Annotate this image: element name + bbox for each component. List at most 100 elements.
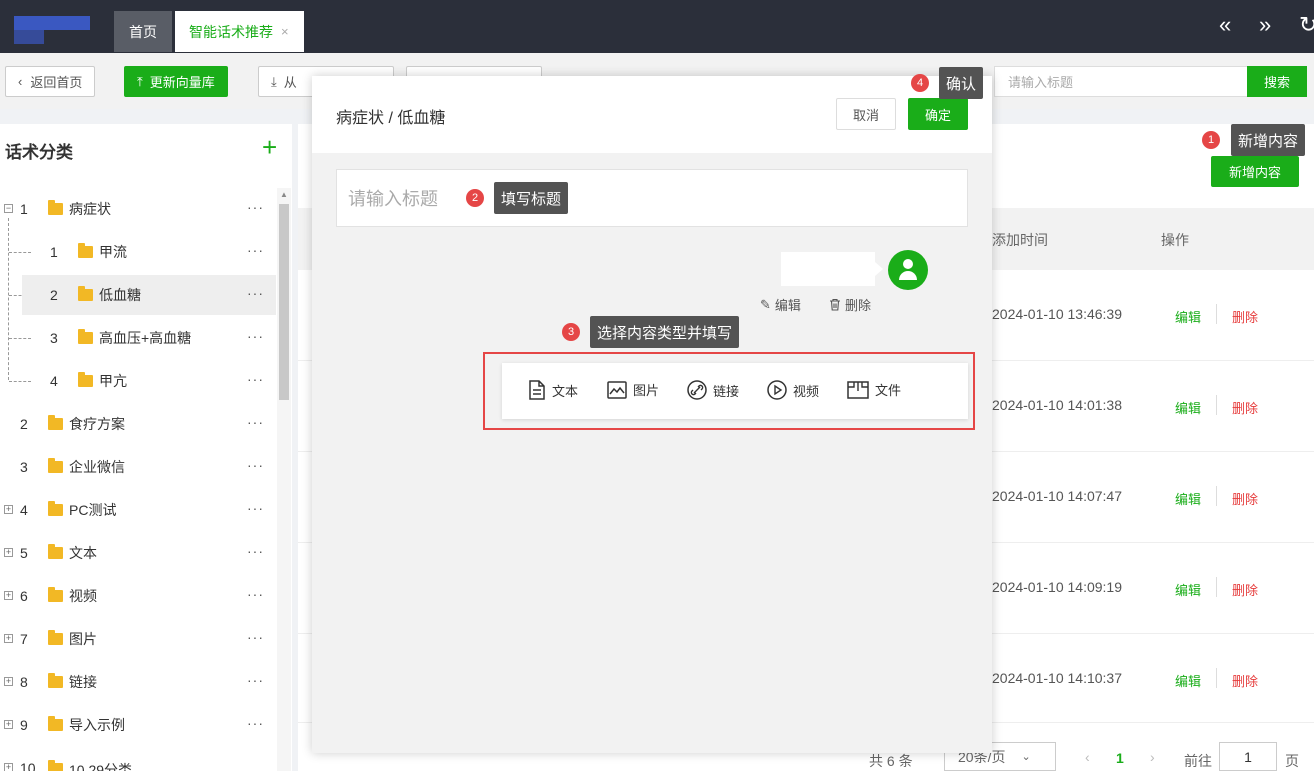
- delete-link[interactable]: 删除: [1232, 580, 1258, 599]
- delete-link[interactable]: 删除: [1232, 398, 1258, 417]
- more-icon[interactable]: ···: [247, 328, 264, 344]
- more-icon[interactable]: ···: [247, 371, 264, 387]
- more-icon[interactable]: ···: [247, 543, 264, 559]
- row-time: 2024-01-10 14:10:37: [992, 670, 1122, 686]
- tab-home[interactable]: 首页: [114, 11, 172, 52]
- expand-icon[interactable]: +: [4, 763, 13, 771]
- confirm-button[interactable]: 确定: [908, 98, 968, 130]
- message-edit-button[interactable]: ✎ 编辑: [760, 295, 801, 314]
- tree-item[interactable]: + 8 链接 ···: [0, 662, 276, 702]
- update-vector-button[interactable]: ⤒ 更新向量库: [124, 66, 228, 97]
- title-input[interactable]: 请输入标题: [336, 169, 968, 227]
- row-time: 2024-01-10 14:09:19: [992, 579, 1122, 595]
- expand-icon[interactable]: +: [4, 548, 13, 557]
- next-page-icon[interactable]: ›: [1150, 749, 1155, 765]
- edit-link[interactable]: 编辑: [1175, 489, 1201, 508]
- file-icon: [847, 380, 869, 399]
- edit-link[interactable]: 编辑: [1175, 580, 1201, 599]
- tab-smart-script[interactable]: 智能话术推荐 ×: [175, 11, 304, 52]
- tree-item[interactable]: + 9 导入示例 ···: [0, 705, 276, 745]
- tree-item[interactable]: + 10 10.29分类: [0, 748, 276, 771]
- expand-icon[interactable]: +: [4, 677, 13, 686]
- tree-item[interactable]: 2 食疗方案 ···: [0, 404, 276, 444]
- image-icon: [607, 380, 627, 399]
- row-time: 2024-01-10 14:07:47: [992, 488, 1122, 504]
- add-category-icon[interactable]: +: [262, 132, 277, 163]
- dialog-header: 病症状 / 低血糖 取消 确定: [312, 76, 992, 153]
- scroll-left-icon[interactable]: «: [1219, 12, 1231, 38]
- cancel-button[interactable]: 取消: [836, 98, 896, 130]
- folder-icon: [48, 200, 63, 215]
- goto-input[interactable]: 1: [1219, 742, 1277, 771]
- scrollbar[interactable]: ▲: [277, 188, 291, 771]
- more-icon[interactable]: ···: [247, 457, 264, 473]
- type-text-button[interactable]: 文本: [528, 380, 578, 400]
- add-content-button[interactable]: 新增内容: [1211, 156, 1299, 187]
- type-file-button[interactable]: 文件: [847, 380, 901, 399]
- expand-icon[interactable]: +: [4, 505, 13, 514]
- close-icon[interactable]: ×: [281, 24, 289, 39]
- more-icon[interactable]: ···: [247, 414, 264, 430]
- folder-icon: [48, 501, 63, 516]
- message-bubble[interactable]: [781, 252, 883, 286]
- column-header-ops: 操作: [1161, 232, 1189, 248]
- pencil-icon: ✎: [760, 296, 771, 312]
- more-icon[interactable]: ···: [247, 715, 264, 731]
- tree-item[interactable]: − 1 病症状 ···: [0, 189, 276, 229]
- message-delete-button[interactable]: 删除: [829, 295, 871, 314]
- column-header-time: 添加时间: [992, 232, 1048, 248]
- page-number[interactable]: 1: [1116, 750, 1124, 766]
- more-icon[interactable]: ···: [247, 242, 264, 258]
- expand-icon[interactable]: +: [4, 634, 13, 643]
- tree-item[interactable]: 1 甲流 ···: [0, 232, 276, 272]
- tree-item[interactable]: + 5 文本 ···: [0, 533, 276, 573]
- scroll-right-icon[interactable]: »: [1259, 12, 1271, 38]
- expand-icon[interactable]: +: [4, 591, 13, 600]
- scrollbar-thumb[interactable]: [279, 204, 289, 400]
- tree-item[interactable]: + 6 视频 ···: [0, 576, 276, 616]
- search-button[interactable]: 搜索: [1247, 66, 1307, 97]
- download-icon: ⤓: [271, 73, 277, 89]
- type-video-button[interactable]: 视频: [767, 380, 819, 400]
- expand-icon[interactable]: +: [4, 720, 13, 729]
- chevron-down-icon: ⌄: [1021, 751, 1031, 763]
- prev-page-icon[interactable]: ‹: [1085, 749, 1090, 765]
- delete-link[interactable]: 删除: [1232, 671, 1258, 690]
- search-input[interactable]: 请输入标题: [994, 66, 1248, 97]
- folder-icon: [48, 415, 63, 430]
- refresh-icon[interactable]: ↻: [1299, 12, 1314, 38]
- collapse-icon[interactable]: −: [4, 204, 13, 213]
- add-content-dialog: 病症状 / 低血糖 取消 确定 请输入标题 ✎ 编辑 删除 文本 图片 链接 视…: [312, 76, 992, 753]
- link-icon: [687, 380, 707, 400]
- guide-badge-1: 1: [1202, 131, 1220, 149]
- more-icon[interactable]: ···: [247, 629, 264, 645]
- tree-item[interactable]: + 4 PC测试 ···: [0, 490, 276, 530]
- guide-badge-3: 3: [562, 323, 580, 341]
- type-link-button[interactable]: 链接: [687, 380, 739, 400]
- edit-link[interactable]: 编辑: [1175, 398, 1201, 417]
- more-icon[interactable]: ···: [247, 586, 264, 602]
- tree-item[interactable]: + 7 图片 ···: [0, 619, 276, 659]
- scroll-up-icon[interactable]: ▲: [280, 190, 288, 199]
- tree-item[interactable]: 4 甲亢 ···: [0, 361, 276, 401]
- tree-item[interactable]: 3 高血压+高血糖 ···: [0, 318, 276, 358]
- more-icon[interactable]: ···: [247, 672, 264, 688]
- delete-link[interactable]: 删除: [1232, 489, 1258, 508]
- edit-link[interactable]: 编辑: [1175, 671, 1201, 690]
- category-panel: 话术分类 + − 1 病症状 ··· 1 甲流 ··· 2 低血糖 ··· 3 …: [0, 124, 292, 771]
- edit-link[interactable]: 编辑: [1175, 307, 1201, 326]
- panel-title: 话术分类: [5, 143, 73, 162]
- more-icon[interactable]: ···: [247, 199, 264, 215]
- guide-tip-3: 选择内容类型并填写: [590, 316, 740, 348]
- tree-item[interactable]: 3 企业微信 ···: [0, 447, 276, 487]
- folder-icon: [48, 630, 63, 645]
- folder-icon: [48, 587, 63, 602]
- delete-link[interactable]: 删除: [1232, 307, 1258, 326]
- more-icon[interactable]: ···: [247, 500, 264, 516]
- guide-badge-4: 4: [911, 74, 929, 92]
- type-image-button[interactable]: 图片: [607, 380, 659, 399]
- back-home-button[interactable]: ‹ 返回首页: [5, 66, 96, 97]
- tree-item-selected[interactable]: 2 低血糖 ···: [22, 275, 276, 315]
- more-icon[interactable]: ···: [247, 285, 264, 301]
- folder-icon: [78, 329, 93, 344]
